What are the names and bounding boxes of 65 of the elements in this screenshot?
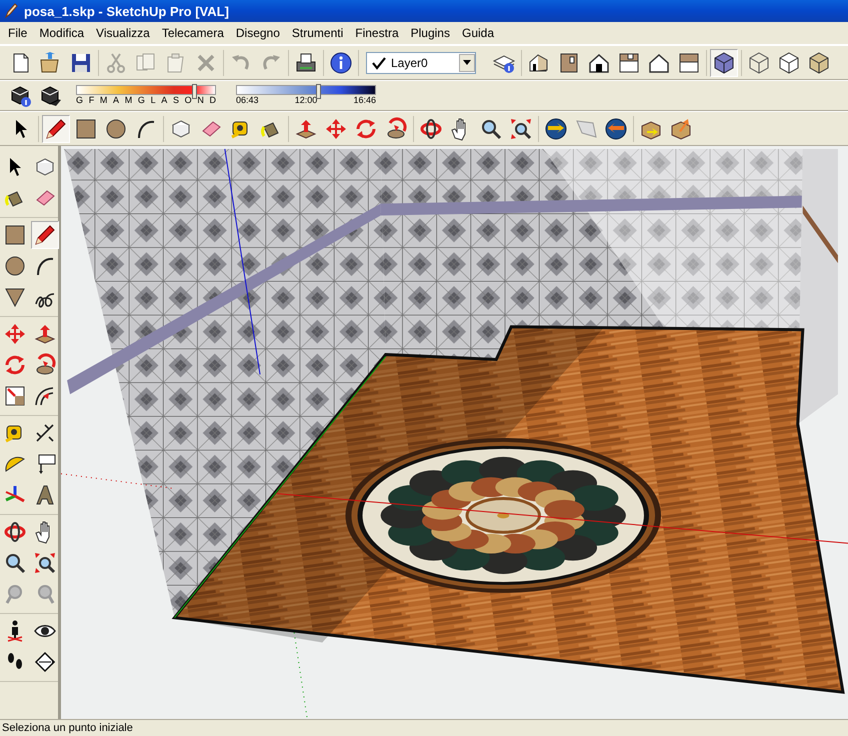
cube-info-icon [9, 84, 33, 108]
shaded-cube-button[interactable] [710, 48, 738, 76]
pencil-icon [33, 223, 57, 247]
box-arrow-icon [669, 116, 693, 140]
menu-item[interactable]: Visualizza [90, 26, 156, 40]
house-side-icon [617, 50, 641, 74]
four-arrows-icon [324, 116, 348, 140]
circle-icon [104, 116, 128, 140]
month-label: O [184, 95, 192, 106]
section-plane-icon [33, 650, 57, 674]
menu-item[interactable]: Modifica [33, 26, 90, 40]
pencil-icon [44, 116, 68, 140]
caret-icon [463, 60, 471, 65]
magnifier-icon [3, 551, 27, 575]
month-label: M [124, 95, 132, 106]
month-label: G [138, 95, 145, 106]
layer-dropdown[interactable]: Layer0 [366, 52, 476, 74]
textured-cube-icon [807, 50, 831, 74]
month-label: A [161, 95, 168, 106]
magnifier-arrows-icon [509, 116, 533, 140]
orbit-icon [3, 520, 27, 544]
dropdown-button[interactable] [459, 54, 475, 72]
rectangle-icon [74, 116, 98, 140]
menu-item[interactable]: Disegno [230, 26, 286, 40]
slider-thumb[interactable] [316, 84, 322, 99]
menu-item[interactable]: Strumenti [286, 26, 350, 40]
month-label: G [76, 95, 84, 106]
menu-item[interactable]: Plugins [404, 26, 456, 40]
shadow-cube-icon [39, 84, 63, 108]
scale-icon [3, 384, 27, 408]
circle-icon [3, 254, 27, 278]
month-label: M [100, 95, 108, 106]
menu-item[interactable]: Telecamera [156, 26, 230, 40]
pencil-button[interactable] [42, 114, 70, 142]
solid-cube-icon [777, 50, 801, 74]
month-label: D [210, 95, 216, 106]
pencil-button[interactable] [31, 221, 59, 249]
shaded-cube-icon [712, 50, 736, 74]
pencil-app-icon [4, 3, 18, 19]
window-title: posa_1.skp - SketchUp Pro [VAL] [24, 4, 229, 18]
house-side-icon [677, 50, 701, 74]
scissors-icon [104, 50, 128, 74]
menu-item[interactable]: Finestra [349, 26, 405, 40]
rectangle-icon [3, 223, 27, 247]
time-label: 16:46 [353, 95, 376, 106]
push-pull-icon [33, 322, 57, 346]
menu-item[interactable]: Guida [456, 26, 500, 40]
status-text: Seleziona un punto iniziale [1, 722, 133, 734]
time-label: 06:43 [236, 95, 259, 106]
month-label: S [172, 95, 179, 106]
month-label: N [197, 95, 204, 106]
magnifier-arrows-icon [33, 551, 57, 575]
printer-icon [294, 50, 318, 74]
four-arrows-icon [3, 322, 27, 346]
month-label: L [150, 95, 156, 106]
time-label: 12:00 [294, 95, 318, 106]
orbit-icon [419, 116, 443, 140]
slider-thumb[interactable] [192, 84, 198, 99]
rotate-arrows-icon [3, 353, 27, 377]
info-icon [329, 50, 353, 74]
layer-name: Layer0 [391, 56, 429, 70]
month-label: F [88, 95, 94, 106]
menu-item[interactable]: File [2, 26, 34, 40]
month-label: A [113, 95, 120, 106]
wireframe-cube-icon [747, 50, 771, 74]
